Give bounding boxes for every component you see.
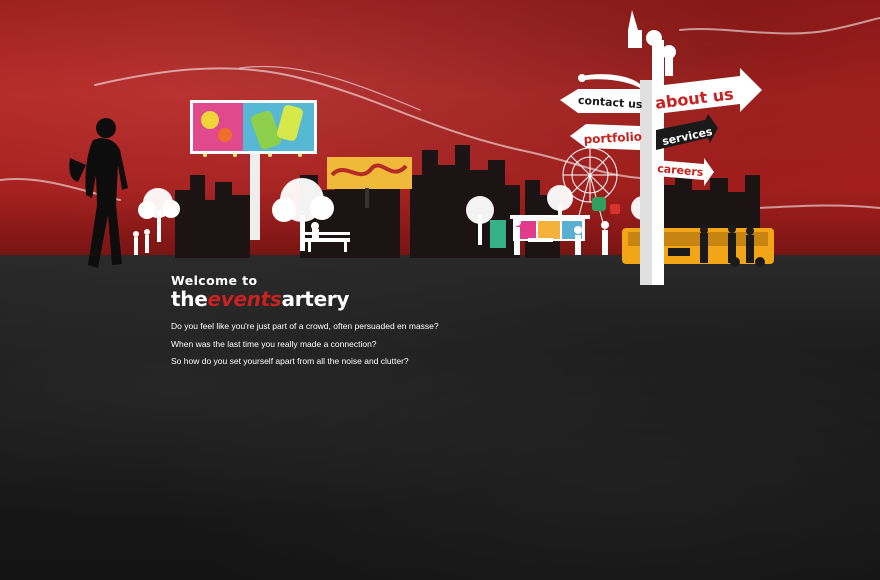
question-line: Do you feel like you're just part of a c… xyxy=(171,321,439,331)
welcome-block: Welcome to theeventsartery Do you feel l… xyxy=(171,273,571,371)
question-line: So how do you set yourself apart from al… xyxy=(171,356,409,366)
brand-suffix: artery xyxy=(281,287,350,311)
street-lamp xyxy=(578,74,640,88)
nav-contact-sign[interactable]: contact us xyxy=(560,89,643,113)
brand-highlight: events xyxy=(207,287,282,311)
brand-prefix: the xyxy=(171,287,208,311)
question-line: When was the last time you really made a… xyxy=(171,338,377,349)
brand-wordmark: theeventsartery xyxy=(171,288,571,310)
page: contact us about us portfolio services c… xyxy=(0,0,880,580)
nav-services-sign[interactable]: services xyxy=(656,114,718,150)
walking-man-silhouette xyxy=(69,118,128,268)
intro-questions: Do you feel like you're just part of a c… xyxy=(171,318,571,371)
welcome-intro: Welcome to xyxy=(171,273,258,288)
children-silhouettes xyxy=(133,229,150,255)
city-scene-illustration: contact us about us portfolio services c… xyxy=(0,10,880,285)
nav-portfolio-sign[interactable]: portfolio xyxy=(570,124,642,150)
